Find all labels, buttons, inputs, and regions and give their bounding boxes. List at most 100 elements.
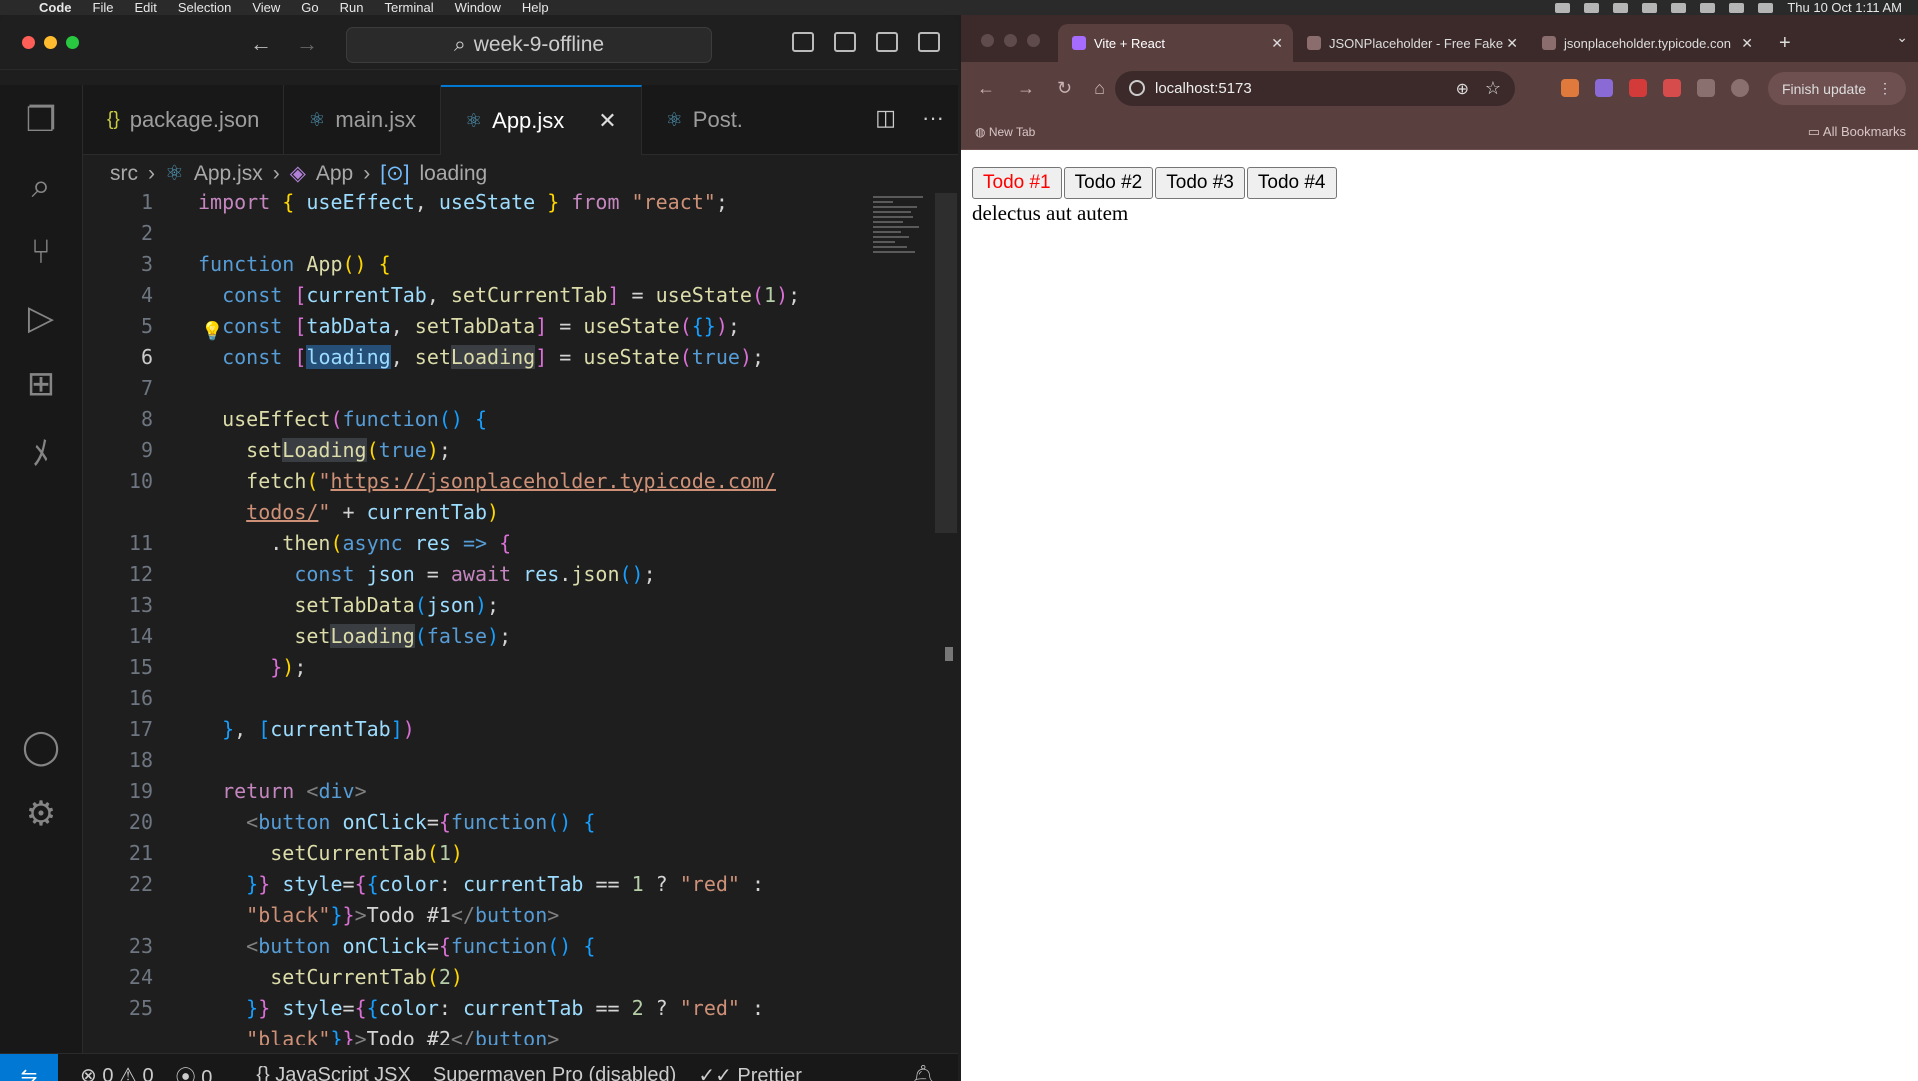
code-editor[interactable]: 1 import { useEffect, useState } from "re… (83, 187, 933, 1045)
todo-4-button[interactable]: Todo #4 (1246, 167, 1337, 199)
minimize-window-button[interactable] (44, 36, 57, 49)
code-line[interactable]: 3 function App() { (83, 249, 933, 280)
new-tab-button[interactable]: + (1763, 24, 1807, 62)
toggle-primary-sidebar-icon[interactable] (792, 32, 814, 52)
minimize-window-button[interactable] (1004, 34, 1017, 47)
todo-2-button[interactable]: Todo #2 (1063, 167, 1154, 199)
code-line[interactable]: todos/" + currentTab) (83, 497, 933, 528)
code-line[interactable]: "black"}}>Todo #1</button> (83, 900, 933, 931)
close-icon[interactable]: ✕ (1506, 35, 1518, 52)
gear-icon[interactable]: ⚙ (20, 793, 62, 835)
close-window-button[interactable] (981, 34, 994, 47)
code-line[interactable]: 1 import { useEffect, useState } from "re… (83, 187, 933, 218)
close-icon[interactable]: ✕ (598, 108, 616, 134)
code-line[interactable]: 11 .then(async res => { (83, 528, 933, 559)
breadcrumb-file[interactable]: App.jsx (194, 162, 263, 186)
menu-selection[interactable]: Selection (178, 0, 231, 15)
code-line[interactable]: 18 (83, 745, 933, 776)
address-bar[interactable]: localhost:5173 ⊕ ☆ (1115, 71, 1515, 106)
editor-scrollbar[interactable] (935, 193, 957, 533)
code-line[interactable]: 19 return <div> (83, 776, 933, 807)
code-line[interactable]: 16 (83, 683, 933, 714)
menu-window[interactable]: Window (455, 0, 501, 15)
browser-tab-typicode[interactable]: jsonplaceholder.typicode.con ✕ (1528, 24, 1763, 62)
todo-1-button[interactable]: Todo #1 (972, 167, 1062, 199)
wifi-icon[interactable] (1729, 2, 1745, 13)
tab-app-jsx[interactable]: ⚛ App.jsx ✕ (441, 85, 642, 155)
menu-go[interactable]: Go (301, 0, 318, 15)
bell-icon[interactable]: 🔔︎ (911, 1063, 936, 1081)
tab-search-icon[interactable]: ⌄ (1896, 29, 1908, 46)
extension-icon[interactable] (1663, 79, 1681, 97)
code-line[interactable]: 20 <button onClick={function() { (83, 807, 933, 838)
forward-arrow-icon[interactable]: → (1017, 78, 1035, 99)
tab-package-json[interactable]: {} package.json (83, 85, 285, 155)
supermaven-icon[interactable]: ﾒ (20, 429, 62, 473)
site-info-icon[interactable] (1129, 80, 1145, 96)
customize-layout-icon[interactable] (918, 32, 940, 52)
spotlight-icon[interactable] (1758, 2, 1774, 13)
menu-help[interactable]: Help (522, 0, 549, 15)
supermaven-status[interactable]: Supermaven Pro (disabled) (433, 1064, 676, 1081)
split-editor-icon[interactable]: ◫ (875, 105, 896, 131)
ports-status[interactable]: ⦿ 0 (176, 1061, 213, 1081)
extensions-icon[interactable]: ⊞ (20, 363, 62, 405)
close-window-button[interactable] (22, 36, 35, 49)
bookmark-star-icon[interactable]: ☆ (1485, 78, 1501, 99)
close-icon[interactable]: ✕ (1741, 35, 1753, 52)
code-line[interactable]: 2 (83, 218, 933, 249)
code-line[interactable]: 13 setTabData(json); (83, 590, 933, 621)
menu-run[interactable]: Run (340, 0, 364, 15)
extension-icon[interactable] (1561, 79, 1579, 97)
back-arrow-icon[interactable]: ← (977, 78, 995, 99)
code-line[interactable]: 15 }); (83, 652, 933, 683)
code-line[interactable]: 6 const [loading, setLoading] = useState… (83, 342, 933, 373)
code-line[interactable]: 10 fetch("https://jsonplaceholder.typico… (83, 466, 933, 497)
status-icon[interactable] (1642, 2, 1658, 13)
finish-update-button[interactable]: Finish update ⋮ (1767, 72, 1906, 105)
tab-post[interactable]: ⚛ Post. (642, 85, 743, 155)
source-control-icon[interactable]: ⑂ (20, 231, 62, 273)
menu-terminal[interactable]: Terminal (385, 0, 434, 15)
menu-edit[interactable]: Edit (134, 0, 156, 15)
menu-app-name[interactable]: Code (39, 0, 72, 15)
all-bookmarks[interactable]: ▭ All Bookmarks (1808, 124, 1906, 140)
menu-file[interactable]: File (93, 0, 114, 15)
run-debug-icon[interactable]: ▷ (20, 297, 62, 339)
zoom-icon[interactable]: ⊕ (1456, 79, 1469, 99)
explorer-icon[interactable]: ❐ (20, 99, 62, 141)
extension-icon[interactable] (1629, 79, 1647, 97)
todo-3-button[interactable]: Todo #3 (1155, 167, 1245, 199)
bookmark-new-tab[interactable]: ◍ New Tab (975, 125, 1035, 139)
home-icon[interactable]: ⌂ (1094, 78, 1105, 99)
code-line[interactable]: 14 setLoading(false); (83, 621, 933, 652)
status-icon[interactable] (1584, 2, 1600, 13)
code-line[interactable]: 24 setCurrentTab(2) (83, 962, 933, 993)
toggle-panel-icon[interactable] (834, 32, 856, 52)
code-line[interactable]: "black"}}>Todo #2</button> (83, 1024, 933, 1045)
browser-tab-jsonplaceholder[interactable]: JSONPlaceholder - Free Fake ✕ (1293, 24, 1528, 62)
close-icon[interactable]: ✕ (1271, 35, 1283, 52)
code-line[interactable]: 4 const [currentTab, setCurrentTab] = us… (83, 280, 933, 311)
forward-arrow-icon[interactable]: → (296, 31, 318, 57)
back-arrow-icon[interactable]: ← (250, 31, 272, 57)
status-icon[interactable] (1671, 2, 1687, 13)
toggle-secondary-sidebar-icon[interactable] (876, 32, 898, 52)
search-icon[interactable]: ⌕ (20, 165, 62, 207)
extension-icon[interactable] (1595, 79, 1613, 97)
code-line[interactable]: 12 const json = await res.json(); (83, 559, 933, 590)
language-mode[interactable]: {} JavaScript JSX (256, 1064, 411, 1081)
remote-indicator-icon[interactable]: ⇋ (0, 1053, 58, 1081)
menu-view[interactable]: View (252, 0, 280, 15)
profile-icon[interactable] (1731, 79, 1749, 97)
reload-icon[interactable]: ↻ (1057, 78, 1072, 99)
code-line[interactable]: 21 setCurrentTab(1) (83, 838, 933, 869)
battery-icon[interactable] (1700, 2, 1716, 13)
minimap[interactable] (873, 193, 935, 283)
status-icon[interactable] (1613, 2, 1629, 13)
puzzle-icon[interactable] (1697, 79, 1715, 97)
code-line[interactable]: 17 }, [currentTab]) (83, 714, 933, 745)
breadcrumb-symbol[interactable]: loading (420, 162, 488, 186)
prettier-status[interactable]: ✓✓ Prettier (698, 1063, 802, 1081)
menubar-clock[interactable]: Thu 10 Oct 1:11 AM (1787, 0, 1902, 15)
